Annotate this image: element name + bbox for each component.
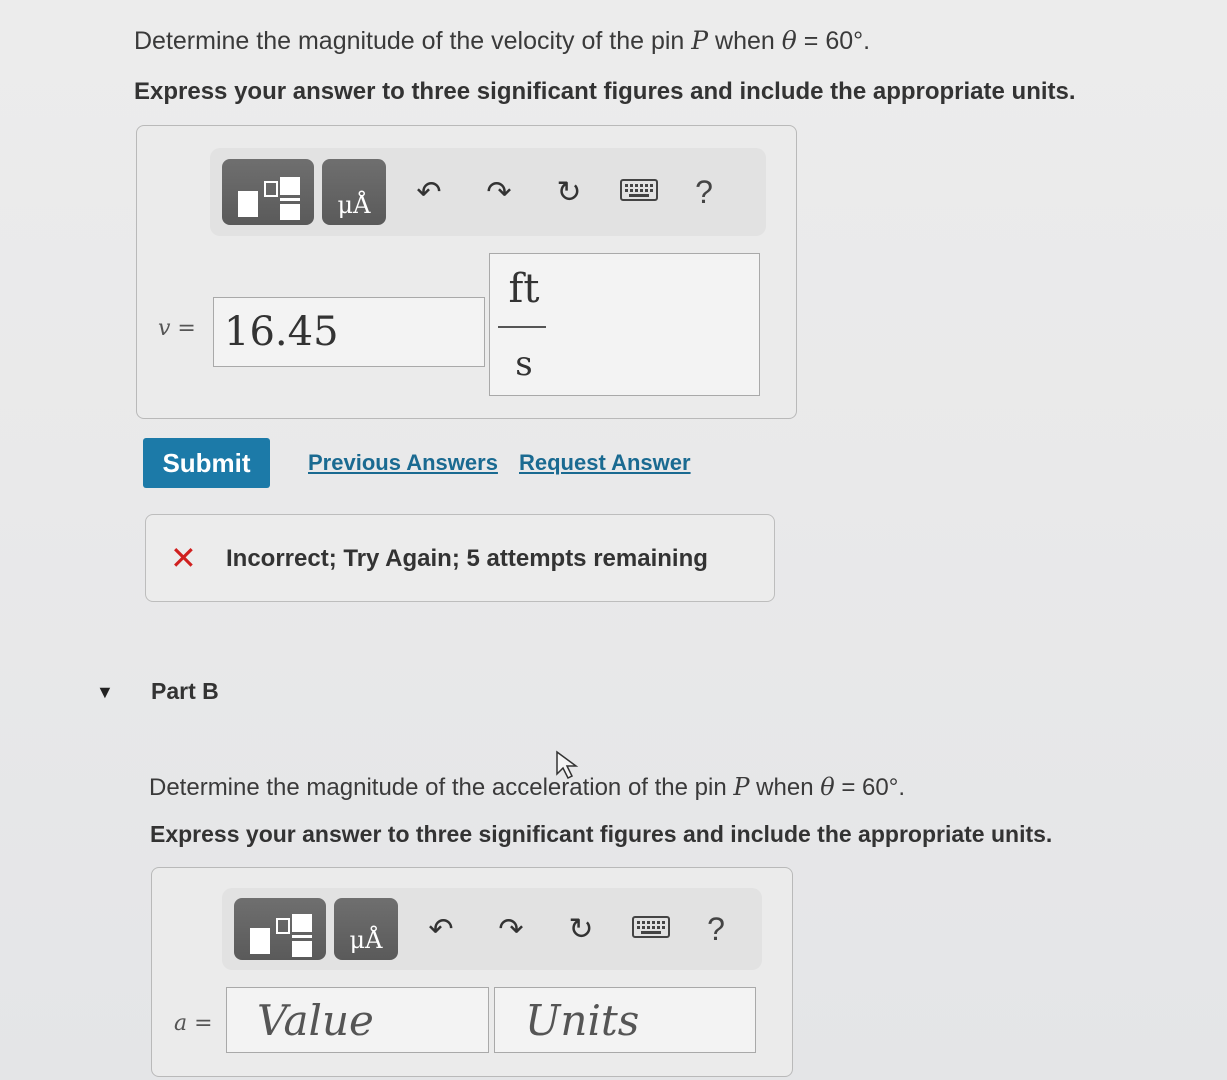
velocity-label: v = bbox=[158, 315, 196, 341]
feedback-box: ✕ Incorrect; Try Again; 5 attempts remai… bbox=[145, 514, 775, 602]
acceleration-label: a = bbox=[174, 1010, 213, 1036]
part-b-question: Determine the magnitude of the accelerat… bbox=[149, 773, 905, 802]
units-placeholder: Units bbox=[525, 995, 640, 1045]
templates-button[interactable] bbox=[234, 898, 326, 960]
question-end: . bbox=[863, 27, 871, 55]
part-a-instruction: Express your answer to three significant… bbox=[134, 78, 1076, 105]
part-b-instruction: Express your answer to three significant… bbox=[150, 821, 1053, 847]
part-a-toolbar: μÅ ↶ ↷ ↻ ? bbox=[210, 148, 766, 236]
velocity-value-input[interactable]: 16.45 bbox=[213, 297, 485, 367]
units-icon: μÅ bbox=[349, 926, 383, 954]
reset-icon[interactable]: ↻ bbox=[546, 912, 616, 947]
part-b-toolbar: μÅ ↶ ↷ ↻ ? bbox=[222, 888, 762, 970]
angle-value: = 60° bbox=[796, 27, 864, 55]
question-end: . bbox=[898, 774, 906, 801]
question-text: when bbox=[749, 774, 821, 801]
undo-icon[interactable]: ↶ bbox=[394, 175, 464, 210]
redo-icon[interactable]: ↷ bbox=[476, 912, 546, 947]
pin-variable: P bbox=[733, 773, 750, 801]
pin-variable: P bbox=[691, 26, 709, 55]
units-numerator: ft bbox=[508, 266, 540, 312]
keyboard-icon[interactable] bbox=[604, 175, 674, 209]
undo-icon[interactable]: ↶ bbox=[406, 912, 476, 947]
question-text: when bbox=[708, 27, 782, 55]
theta-symbol: θ bbox=[781, 26, 797, 55]
part-a-question: Determine the magnitude of the velocity … bbox=[134, 26, 870, 56]
velocity-label-text: v = bbox=[158, 316, 196, 341]
fraction-bar bbox=[498, 326, 546, 328]
mouse-cursor-icon bbox=[555, 750, 581, 787]
incorrect-x-icon: ✕ bbox=[170, 540, 197, 576]
acceleration-value-input[interactable]: Value bbox=[226, 987, 489, 1053]
units-icon: μÅ bbox=[337, 191, 371, 219]
units-denominator: s bbox=[515, 344, 533, 384]
help-icon[interactable]: ? bbox=[686, 911, 746, 948]
help-icon[interactable]: ? bbox=[674, 174, 734, 211]
acceleration-label-text: a = bbox=[174, 1011, 213, 1036]
value-placeholder: Value bbox=[257, 995, 374, 1045]
acceleration-units-input[interactable]: Units bbox=[494, 987, 756, 1053]
units-button[interactable]: μÅ bbox=[322, 159, 386, 225]
velocity-value-text: 16.45 bbox=[224, 309, 339, 355]
theta-symbol: θ bbox=[820, 773, 835, 801]
keyboard-icon[interactable] bbox=[616, 912, 686, 946]
part-b-title[interactable]: Part B bbox=[151, 678, 219, 705]
templates-button[interactable] bbox=[222, 159, 314, 225]
previous-answers-link[interactable]: Previous Answers bbox=[308, 450, 498, 476]
request-answer-link[interactable]: Request Answer bbox=[519, 450, 691, 476]
reset-icon[interactable]: ↻ bbox=[534, 175, 604, 210]
feedback-text: Incorrect; Try Again; 5 attempts remaini… bbox=[226, 545, 708, 572]
redo-icon[interactable]: ↷ bbox=[464, 175, 534, 210]
collapse-arrow-icon[interactable]: ▼ bbox=[96, 682, 114, 703]
velocity-units-input[interactable]: ft s bbox=[489, 253, 760, 396]
question-text: Determine the magnitude of the accelerat… bbox=[149, 774, 734, 801]
units-button[interactable]: μÅ bbox=[334, 898, 398, 960]
angle-value: = 60° bbox=[834, 774, 899, 801]
question-text: Determine the magnitude of the velocity … bbox=[134, 27, 692, 55]
submit-button[interactable]: Submit bbox=[143, 438, 270, 488]
